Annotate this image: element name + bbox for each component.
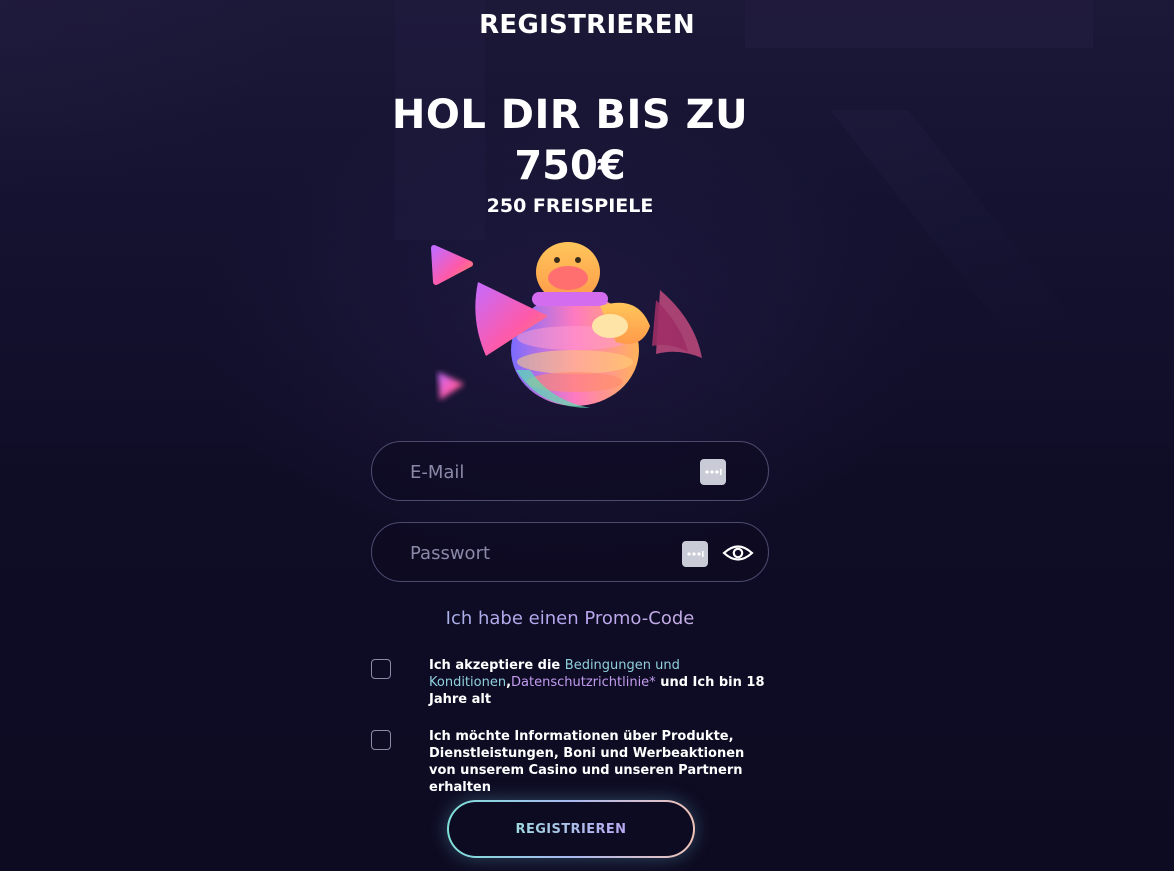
terms-label: Ich akzeptiere die Bedingungen und Kondi… — [429, 657, 769, 708]
dots-icon — [705, 469, 722, 475]
terms-prefix: Ich akzeptiere die — [429, 658, 565, 673]
promo-code-link[interactable]: Ich habe einen Promo-Code — [0, 608, 1140, 629]
email-field-wrapper — [371, 441, 769, 501]
email-input[interactable] — [408, 456, 682, 488]
password-input[interactable] — [408, 537, 682, 569]
password-field-wrapper — [371, 522, 769, 582]
hero-bonus-amount: 750€ — [514, 143, 626, 189]
hero-free-spins: 250 FREISPIELE — [486, 195, 654, 217]
terms-checkbox[interactable] — [371, 659, 391, 679]
register-button[interactable]: REGISTRIEREN — [447, 800, 695, 858]
mascot-illustration — [431, 242, 702, 408]
password-manager-icon[interactable] — [700, 459, 726, 485]
register-button-label: REGISTRIEREN — [515, 821, 627, 837]
eye-icon[interactable] — [722, 542, 754, 564]
password-manager-icon[interactable] — [682, 541, 708, 567]
marketing-label: Ich möchte Informationen über Produkte, … — [429, 729, 745, 795]
marketing-checkbox[interactable] — [371, 730, 391, 750]
privacy-policy-link[interactable]: Datenschutzrichtlinie* — [511, 675, 656, 690]
page-title: REGISTRIEREN — [479, 10, 695, 40]
dots-icon — [687, 551, 704, 557]
hero-headline: HOL DIR BIS ZU — [391, 92, 749, 138]
